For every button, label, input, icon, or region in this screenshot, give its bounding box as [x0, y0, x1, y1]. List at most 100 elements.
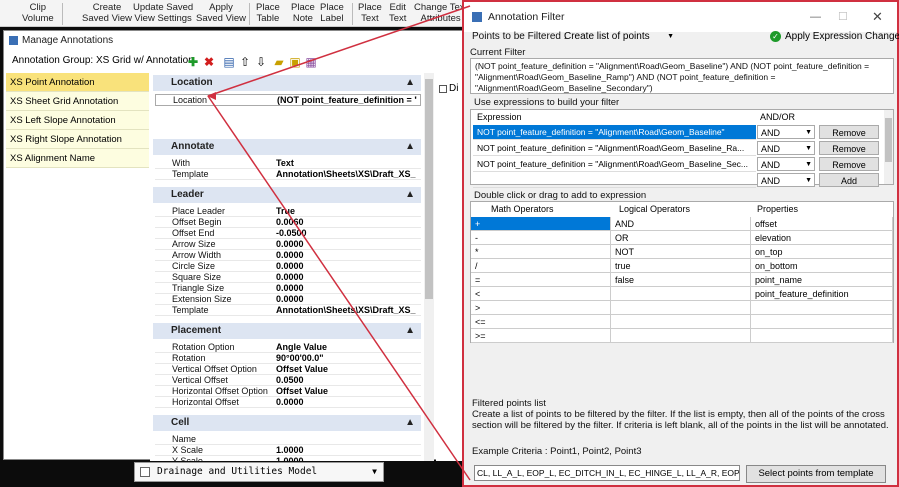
property-value[interactable]: 0.0000: [276, 261, 416, 272]
property-cell[interactable]: point_name: [751, 273, 893, 287]
group-icon[interactable]: ▤: [222, 55, 236, 69]
property-row[interactable]: Y Scale 1.0000: [155, 456, 421, 461]
math-operator-cell[interactable]: <: [471, 287, 611, 301]
place-note-button[interactable]: Place Note: [291, 2, 315, 24]
update-saved-view-button[interactable]: Update Saved View Settings: [133, 2, 193, 24]
math-operator-cell[interactable]: >: [471, 301, 611, 315]
property-value[interactable]: 1.0000: [276, 445, 416, 456]
property-value[interactable]: -0.0500: [276, 228, 416, 239]
andor-select[interactable]: AND ▼: [757, 141, 815, 155]
section-placement[interactable]: Placement ▲: [153, 323, 421, 339]
property-value[interactable]: Annotation\Sheets\XS\Draft_XS_I: [276, 169, 416, 180]
property-value[interactable]: 0.0000: [276, 250, 416, 261]
math-operator-cell[interactable]: /: [471, 259, 611, 273]
remove-expression-button[interactable]: Remove: [819, 141, 879, 155]
logical-operator-cell[interactable]: NOT: [611, 245, 751, 259]
arrow-down-icon[interactable]: ⇩: [254, 55, 268, 69]
math-operator-cell[interactable]: *: [471, 245, 611, 259]
annotation-list-item[interactable]: XS Alignment Name: [6, 149, 149, 168]
property-value[interactable]: 0.0000: [276, 294, 416, 305]
maximize-icon[interactable]: ☐: [838, 2, 848, 32]
expression-text[interactable]: NOT point_feature_definition = "Alignmen…: [473, 141, 756, 156]
property-cell[interactable]: on_top: [751, 245, 893, 259]
property-cell[interactable]: offset: [751, 217, 893, 231]
collapse-icon[interactable]: ▲: [405, 187, 415, 203]
property-row[interactable]: Rotation Option Angle Value: [155, 342, 421, 353]
property-value[interactable]: 0.0000: [276, 239, 416, 250]
property-cell[interactable]: elevation: [751, 231, 893, 245]
logical-operator-cell[interactable]: false: [611, 273, 751, 287]
create-saved-view-button[interactable]: Create Saved View: [82, 2, 132, 24]
clip-volume-button[interactable]: Clip Volume: [22, 2, 54, 24]
property-row[interactable]: Location (NOT point_feature_definition = …: [155, 94, 421, 106]
property-value[interactable]: 0.0000: [276, 283, 416, 294]
folder-icon[interactable]: ▰: [272, 55, 286, 69]
property-row[interactable]: Name: [155, 434, 421, 445]
property-value[interactable]: 1.0000: [276, 456, 416, 461]
drainage-model-item[interactable]: Drainage and Utilities Model ▼: [134, 462, 384, 482]
property-row[interactable]: Rotation 90°00'00.0": [155, 353, 421, 364]
expression-text[interactable]: NOT point_feature_definition = "Alignmen…: [473, 157, 756, 172]
edit-text-button[interactable]: Edit Text: [389, 2, 406, 24]
expression-scrollbar[interactable]: [884, 110, 893, 184]
property-value[interactable]: 0.0060: [276, 217, 416, 228]
property-row[interactable]: Circle Size 0.0000: [155, 261, 421, 272]
minimize-icon[interactable]: —: [810, 2, 821, 32]
section-location[interactable]: Location ▲: [153, 75, 421, 91]
section-leader[interactable]: Leader ▲: [153, 187, 421, 203]
property-row[interactable]: Vertical Offset Option Offset Value: [155, 364, 421, 375]
property-value[interactable]: (NOT point_feature_definition = ": [277, 95, 417, 106]
property-value[interactable]: 0.0000: [276, 397, 416, 408]
add-icon[interactable]: ✚: [186, 55, 200, 69]
property-row[interactable]: Place Leader True: [155, 206, 421, 217]
expression-text[interactable]: [473, 173, 756, 188]
property-row[interactable]: Horizontal Offset Option Offset Value: [155, 386, 421, 397]
property-value[interactable]: 0.0500: [276, 375, 416, 386]
checkbox-icon[interactable]: [439, 85, 447, 93]
property-row[interactable]: Square Size 0.0000: [155, 272, 421, 283]
expression-text[interactable]: NOT point_feature_definition = "Alignmen…: [473, 125, 756, 140]
property-row[interactable]: With Text: [155, 158, 421, 169]
math-operator-cell[interactable]: >=: [471, 329, 611, 343]
property-value[interactable]: Text: [276, 158, 416, 169]
save-icon[interactable]: ▣: [288, 55, 302, 69]
collapse-icon[interactable]: ▲: [405, 139, 415, 155]
andor-select[interactable]: AND ▼: [757, 173, 815, 187]
close-icon[interactable]: ✕: [872, 2, 883, 32]
property-row[interactable]: Triangle Size 0.0000: [155, 283, 421, 294]
delete-icon[interactable]: ✖: [202, 55, 216, 69]
remove-expression-button[interactable]: Remove: [819, 125, 879, 139]
property-row[interactable]: Arrow Width 0.0000: [155, 250, 421, 261]
section-cell[interactable]: Cell ▲: [153, 415, 421, 431]
place-label-button[interactable]: Place Label: [320, 2, 344, 24]
property-value[interactable]: True: [276, 206, 416, 217]
annotation-list-item[interactable]: XS Left Slope Annotation: [6, 111, 149, 130]
property-row[interactable]: Template Annotation\Sheets\XS\Draft_XS_I: [155, 169, 421, 180]
property-row[interactable]: Extension Size 0.0000: [155, 294, 421, 305]
math-operator-cell[interactable]: -: [471, 231, 611, 245]
property-value[interactable]: Annotation\Sheets\XS\Draft_XS_I: [276, 305, 416, 316]
property-value[interactable]: 90°00'00.0": [276, 353, 416, 364]
math-operator-cell[interactable]: <=: [471, 315, 611, 329]
property-row[interactable]: Offset End -0.0500: [155, 228, 421, 239]
palette-icon[interactable]: ▦: [304, 55, 318, 69]
place-text-button[interactable]: Place Text: [358, 2, 382, 24]
property-row[interactable]: Offset Begin 0.0060: [155, 217, 421, 228]
remove-expression-button[interactable]: Remove: [819, 157, 879, 171]
property-value[interactable]: Offset Value: [276, 386, 416, 397]
property-row[interactable]: Arrow Size 0.0000: [155, 239, 421, 250]
property-row[interactable]: Vertical Offset 0.0500: [155, 375, 421, 386]
points-to-filter-select[interactable]: Create list of points ▼: [562, 29, 676, 45]
property-cell[interactable]: on_bottom: [751, 259, 893, 273]
property-value[interactable]: 0.0000: [276, 272, 416, 283]
arrow-up-icon[interactable]: ⇧: [238, 55, 252, 69]
collapse-icon[interactable]: ▲: [405, 75, 415, 91]
scrollbar-thumb[interactable]: [885, 118, 892, 162]
add-expression-button[interactable]: Add: [819, 173, 879, 187]
apply-saved-view-button[interactable]: Apply Saved View: [196, 2, 246, 24]
change-text-attributes-button[interactable]: Change Text Attributes: [414, 2, 467, 24]
section-annotate[interactable]: Annotate ▲: [153, 139, 421, 155]
collapse-icon[interactable]: ▲: [405, 323, 415, 339]
annotation-list-item[interactable]: XS Right Slope Annotation: [6, 130, 149, 149]
logical-operator-cell[interactable]: OR: [611, 231, 751, 245]
